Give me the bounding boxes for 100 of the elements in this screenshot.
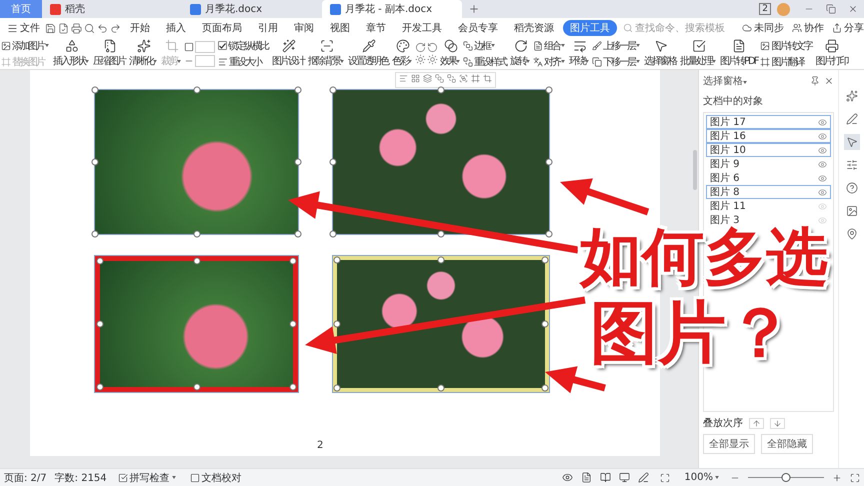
resize-handle[interactable]: [546, 230, 552, 238]
ribbon-button[interactable]: 重设样式: [463, 54, 508, 68]
file-menu[interactable]: 文件: [4, 21, 43, 35]
width-field[interactable]: [195, 40, 215, 52]
toolbar-action[interactable]: 未同步: [739, 21, 787, 35]
menu-tab[interactable]: 章节: [359, 20, 393, 36]
ribbon-button[interactable]: 边框: [463, 38, 508, 52]
resize-handle[interactable]: [92, 230, 98, 238]
export-button[interactable]: [58, 22, 69, 34]
pane-button[interactable]: 全部显示: [703, 434, 755, 454]
ribbon-button[interactable]: 添加图片: [1, 38, 51, 52]
zoom-dropdown[interactable]: 100%: [681, 472, 722, 483]
resize-handle[interactable]: [542, 320, 548, 328]
resize-handle[interactable]: [92, 158, 98, 166]
ribbon-button[interactable]: 重设大小: [218, 54, 270, 68]
resize-handle[interactable]: [96, 258, 104, 264]
resize-handle[interactable]: [438, 256, 444, 264]
menu-tab[interactable]: 图片工具: [563, 20, 617, 36]
resize-handle[interactable]: [290, 320, 296, 328]
visibility-toggle[interactable]: [818, 118, 827, 126]
menu-tab[interactable]: 插入: [159, 20, 193, 36]
toolbar-action[interactable]: 协作: [789, 21, 827, 35]
object-list-item[interactable]: 图片 8: [706, 185, 831, 199]
ribbon-button[interactable]: 插入形状: [52, 39, 91, 68]
object-list-item[interactable]: 图片 16: [706, 129, 831, 143]
visibility-toggle[interactable]: [818, 202, 827, 210]
move-down-button[interactable]: [770, 418, 785, 428]
object-list-item[interactable]: 图片 9: [706, 157, 831, 171]
resize-handle[interactable]: [330, 86, 336, 94]
print-button[interactable]: [71, 22, 82, 34]
resize-handle[interactable]: [438, 384, 444, 392]
visibility-toggle[interactable]: [818, 174, 827, 182]
object-list-item[interactable]: 图片 11: [706, 199, 831, 213]
resize-handle[interactable]: [290, 258, 296, 264]
document-tab[interactable]: 稻壳: [42, 0, 182, 18]
ribbon-button[interactable]: 图片打印: [814, 39, 850, 68]
visibility-toggle[interactable]: [818, 132, 827, 140]
resize-handle[interactable]: [542, 256, 548, 264]
pane-button[interactable]: 全部隐藏: [761, 434, 813, 454]
sidebar-tool[interactable]: [844, 134, 860, 150]
visibility-toggle[interactable]: [818, 188, 827, 196]
spell-check-button[interactable]: 拼写检查: [114, 470, 179, 484]
resize-handle[interactable]: [546, 158, 552, 166]
object-list-item[interactable]: 图片 10: [706, 143, 831, 157]
resize-handle[interactable]: [546, 86, 552, 94]
menu-tab[interactable]: 引用: [251, 20, 285, 36]
resize-handle[interactable]: [193, 86, 200, 94]
sidebar-tool[interactable]: [844, 111, 860, 127]
resize-handle[interactable]: [193, 258, 200, 264]
visibility-toggle[interactable]: [818, 216, 827, 224]
ribbon-button[interactable]: 图片转PDF: [719, 39, 760, 68]
menu-tab[interactable]: 开发工具: [395, 20, 449, 36]
resize-handle[interactable]: [193, 384, 200, 390]
menu-tab[interactable]: 审阅: [287, 20, 321, 36]
ribbon-button[interactable]: 下移一层: [592, 54, 642, 68]
ribbon-button[interactable]: 锁定纵横比: [218, 38, 270, 52]
resize-handle[interactable]: [294, 158, 302, 166]
resize-handle[interactable]: [438, 86, 444, 94]
proofread-button[interactable]: 文档校对: [186, 470, 245, 484]
undo-button[interactable]: [97, 22, 108, 34]
sidebar-tool[interactable]: [844, 180, 860, 196]
resize-handle[interactable]: [330, 158, 336, 166]
checkbox[interactable]: [218, 41, 227, 50]
resize-handle[interactable]: [438, 230, 444, 238]
object-list-item[interactable]: 图片 6: [706, 171, 831, 185]
visibility-toggle[interactable]: [818, 160, 827, 168]
redo-button[interactable]: [110, 22, 121, 34]
menu-tab[interactable]: 开始: [123, 20, 157, 36]
menu-tab[interactable]: 稻壳资源: [507, 20, 561, 36]
ribbon-button[interactable]: 环绕: [568, 39, 591, 68]
document-tab[interactable]: 月季花 - 副本.docx: [322, 0, 462, 18]
toolbar-action[interactable]: 分享: [829, 21, 864, 35]
ribbon-button[interactable]: 旋转: [509, 39, 532, 68]
resize-handle[interactable]: [542, 384, 548, 392]
window-count[interactable]: 2: [759, 3, 771, 15]
sidebar-tool[interactable]: [844, 88, 860, 104]
ribbon-button[interactable]: 色彩: [391, 39, 414, 68]
resize-handle[interactable]: [330, 230, 336, 238]
resize-handle[interactable]: [193, 230, 200, 238]
resize-handle[interactable]: [294, 230, 302, 238]
menu-tab[interactable]: 页面布局: [195, 20, 249, 36]
ribbon-button[interactable]: 组合: [533, 38, 567, 52]
resize-handle[interactable]: [92, 86, 98, 94]
resize-handle[interactable]: [96, 384, 104, 390]
ribbon-button[interactable]: 压缩图片: [92, 39, 127, 68]
zoom-slider-thumb[interactable]: [782, 473, 790, 482]
preview-button[interactable]: [84, 22, 95, 34]
ribbon-button[interactable]: 清晰化: [128, 39, 159, 68]
resize-handle[interactable]: [96, 320, 104, 328]
resize-handle[interactable]: [290, 384, 296, 390]
ribbon-button[interactable]: 批量处理: [679, 39, 718, 68]
ribbon-button[interactable]: 选择窗格: [643, 39, 678, 68]
document-tab[interactable]: 月季花.docx: [182, 0, 322, 18]
save-button[interactable]: [45, 22, 56, 34]
ribbon-button[interactable]: 图片转文字: [760, 38, 814, 52]
ribbon-button[interactable]: 图片翻译: [760, 54, 814, 68]
menu-tab[interactable]: 会员专享: [451, 20, 505, 36]
menu-tab[interactable]: 视图: [323, 20, 357, 36]
pane-title[interactable]: 选择窗格: [703, 74, 806, 88]
height-field[interactable]: [195, 54, 215, 66]
